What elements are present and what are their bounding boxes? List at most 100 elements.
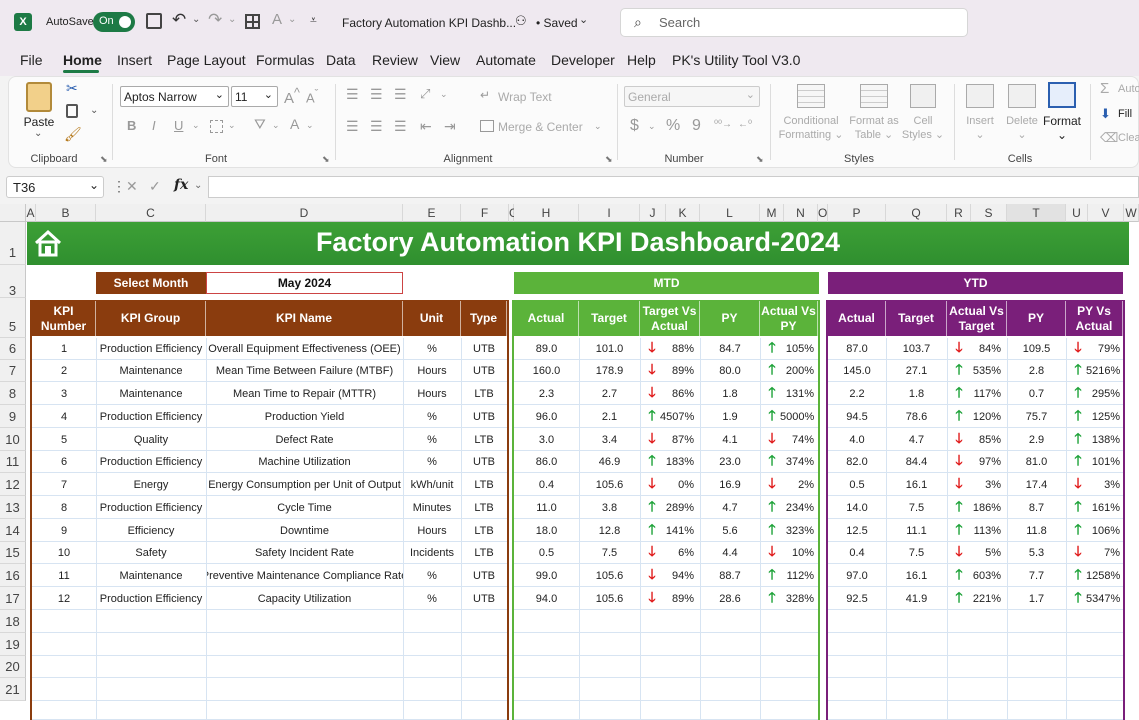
column-header-v[interactable]: V: [1088, 204, 1124, 222]
mtd-target[interactable]: 2.1: [579, 405, 640, 428]
align-top-icon[interactable]: ☰: [346, 86, 359, 103]
mtd-actual[interactable]: 94.0: [514, 587, 579, 610]
font-name-select[interactable]: Aptos Narrow ⌄: [120, 86, 229, 107]
autosave-toggle[interactable]: On: [93, 12, 135, 32]
fill-color-icon[interactable]: ⛛: [254, 116, 266, 133]
autosum-button[interactable]: Auto: [1118, 83, 1139, 95]
ytd-actual[interactable]: 94.5: [828, 405, 886, 428]
mtd-actual-vs-py[interactable]: 🡑 323%: [760, 519, 818, 542]
number-launcher-icon[interactable]: ⬊: [756, 154, 764, 165]
menu-view[interactable]: View: [430, 52, 460, 68]
mtd-target[interactable]: 105.6: [579, 587, 640, 610]
kpi-type[interactable]: UTB: [461, 587, 507, 610]
column-header-h[interactable]: H: [514, 204, 579, 222]
insert-cells-icon[interactable]: [966, 84, 994, 108]
mtd-actual[interactable]: 18.0: [514, 519, 579, 542]
kpi-number[interactable]: 6: [32, 451, 96, 473]
menu-file[interactable]: File: [20, 52, 43, 68]
autosum-icon[interactable]: Σ: [1100, 80, 1109, 97]
column-header-b[interactable]: B: [36, 204, 96, 222]
ytd-target[interactable]: 4.7: [886, 428, 947, 451]
row-header-21[interactable]: 21: [0, 678, 26, 701]
ytd-py[interactable]: 17.4: [1007, 473, 1066, 496]
copy-dropdown-icon[interactable]: ⌄: [90, 105, 98, 116]
kpi-group[interactable]: Production Efficiency: [96, 451, 206, 473]
row-header-12[interactable]: 12: [0, 473, 26, 496]
ytd-target[interactable]: 103.7: [886, 338, 947, 360]
ytd-actual[interactable]: 14.0: [828, 496, 886, 519]
row-header-14[interactable]: 14: [0, 519, 26, 542]
ytd-target[interactable]: 7.5: [886, 496, 947, 519]
conditional-formatting-icon[interactable]: [797, 84, 825, 108]
row-header-18[interactable]: 18: [0, 610, 26, 633]
kpi-name[interactable]: Cycle Time: [206, 496, 403, 519]
menu-pk-utility[interactable]: PK's Utility Tool V3.0: [672, 52, 800, 68]
kpi-number[interactable]: 8: [32, 496, 96, 519]
mtd-py[interactable]: 88.7: [700, 564, 760, 587]
kpi-type[interactable]: LTB: [461, 496, 507, 519]
kpi-number[interactable]: 2: [32, 360, 96, 382]
column-header-t[interactable]: T: [1007, 204, 1066, 222]
font-color-icon[interactable]: A: [272, 11, 282, 28]
customize-toolbar-icon[interactable]: ⩡: [310, 13, 317, 28]
ytd-py[interactable]: 81.0: [1007, 451, 1066, 473]
kpi-unit[interactable]: %: [403, 405, 461, 428]
format-cells-icon[interactable]: [1048, 82, 1076, 108]
ytd-py-vs-actual[interactable]: 🡓 79%: [1066, 338, 1123, 360]
mtd-target-vs-actual[interactable]: 🡓 88%: [640, 338, 700, 360]
kpi-group[interactable]: Production Efficiency: [96, 496, 206, 519]
row-header-19[interactable]: 19: [0, 633, 26, 656]
mtd-py[interactable]: 23.0: [700, 451, 760, 473]
ytd-target[interactable]: 84.4: [886, 451, 947, 473]
kpi-group[interactable]: Maintenance: [96, 382, 206, 405]
mtd-target[interactable]: 105.6: [579, 564, 640, 587]
kpi-group[interactable]: Maintenance: [96, 360, 206, 382]
column-header-r[interactable]: R: [947, 204, 971, 222]
mtd-py[interactable]: 4.4: [700, 542, 760, 564]
insert-function-icon[interactable]: fx: [174, 177, 188, 193]
ytd-actual-vs-target[interactable]: 🡑 186%: [947, 496, 1007, 519]
row-header-11[interactable]: 11: [0, 451, 26, 473]
mtd-actual-vs-py[interactable]: 🡑 105%: [760, 338, 818, 360]
kpi-group[interactable]: Energy: [96, 473, 206, 496]
ytd-actual[interactable]: 12.5: [828, 519, 886, 542]
row-header-7[interactable]: 7: [0, 360, 26, 382]
mtd-target-vs-actual[interactable]: 🡓 6%: [640, 542, 700, 564]
mtd-py[interactable]: 80.0: [700, 360, 760, 382]
row-header-16[interactable]: 16: [0, 564, 26, 587]
mtd-actual-vs-py[interactable]: 🡑 200%: [760, 360, 818, 382]
menu-data[interactable]: Data: [326, 52, 356, 68]
paste-button[interactable]: Paste: [22, 115, 56, 129]
mtd-target-vs-actual[interactable]: 🡑 141%: [640, 519, 700, 542]
menu-page-layout[interactable]: Page Layout: [167, 52, 246, 68]
menu-automate[interactable]: Automate: [476, 52, 536, 68]
ytd-actual-vs-target[interactable]: 🡓 84%: [947, 338, 1007, 360]
mtd-target[interactable]: 2.7: [579, 382, 640, 405]
mtd-py[interactable]: 5.6: [700, 519, 760, 542]
ytd-py[interactable]: 109.5: [1007, 338, 1066, 360]
ytd-actual-vs-target[interactable]: 🡑 117%: [947, 382, 1007, 405]
fill-icon[interactable]: ⬇: [1100, 106, 1111, 122]
ytd-actual-vs-target[interactable]: 🡓 3%: [947, 473, 1007, 496]
saved-chevron-down-icon[interactable]: ⌄: [579, 13, 588, 26]
borders-dropdown-icon[interactable]: ⌄: [228, 120, 236, 131]
kpi-unit[interactable]: %: [403, 338, 461, 360]
merge-center-icon[interactable]: [480, 120, 494, 132]
orientation-dropdown-icon[interactable]: ⌄: [440, 89, 448, 100]
ytd-actual[interactable]: 0.4: [828, 542, 886, 564]
ytd-target[interactable]: 11.1: [886, 519, 947, 542]
redo-dropdown-icon[interactable]: ⌄: [228, 14, 236, 25]
ytd-py[interactable]: 0.7: [1007, 382, 1066, 405]
column-header-d[interactable]: D: [206, 204, 403, 222]
ytd-target[interactable]: 41.9: [886, 587, 947, 610]
cell-borders-icon[interactable]: [210, 120, 223, 133]
mtd-actual[interactable]: 160.0: [514, 360, 579, 382]
format-as-table-icon[interactable]: [860, 84, 888, 108]
ytd-py[interactable]: 75.7: [1007, 405, 1066, 428]
kpi-number[interactable]: 4: [32, 405, 96, 428]
mtd-actual-vs-py[interactable]: 🡑 328%: [760, 587, 818, 610]
insert-cells-button[interactable]: Insert ⌄: [960, 114, 1000, 142]
column-header-p[interactable]: P: [828, 204, 886, 222]
row-header-15[interactable]: 15: [0, 542, 26, 564]
kpi-number[interactable]: 3: [32, 382, 96, 405]
